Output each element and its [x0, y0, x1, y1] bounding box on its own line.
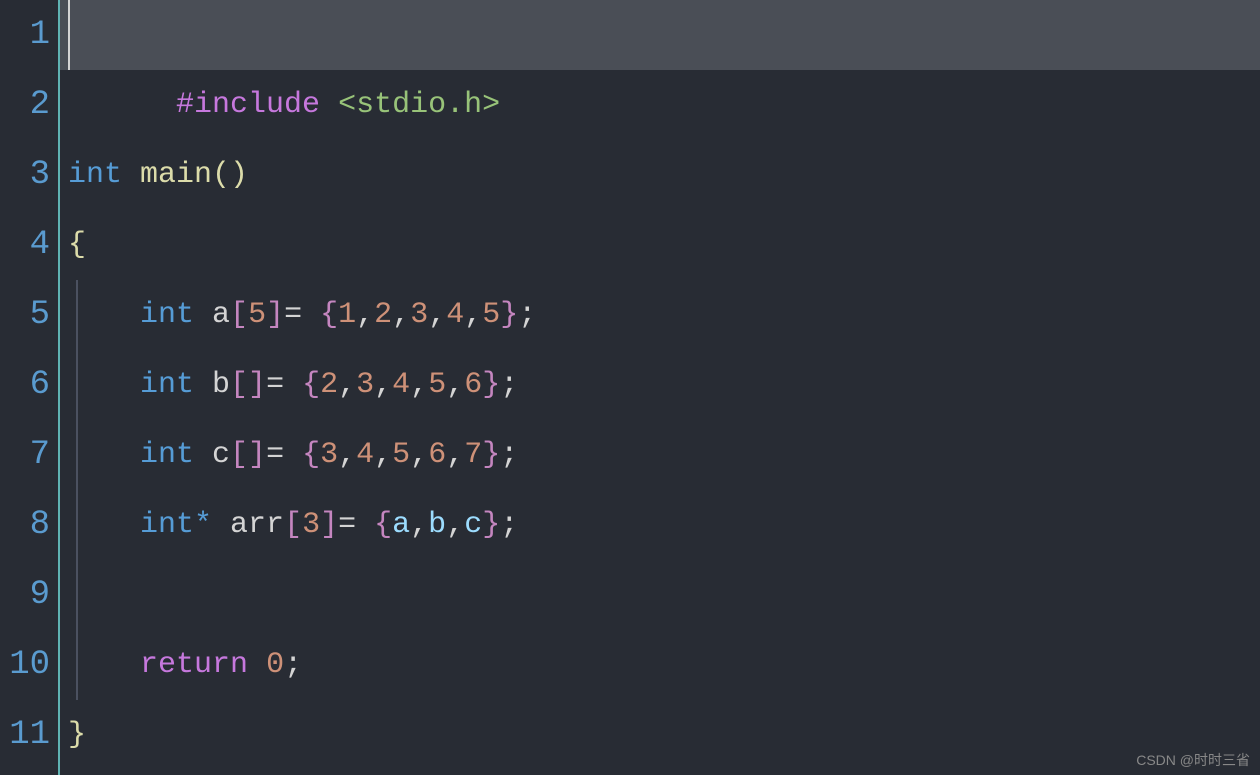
- line-number: 5: [0, 280, 58, 350]
- variable: b: [194, 368, 230, 402]
- brace-close: }: [68, 718, 86, 752]
- code-content-area[interactable]: #include <stdio.h> int main() { int a[5]…: [60, 0, 1260, 775]
- function-name: main: [140, 158, 212, 192]
- line-number: 8: [0, 490, 58, 560]
- variable: c: [194, 438, 230, 472]
- line-number: 2: [0, 70, 58, 140]
- code-line-6[interactable]: int b[]= {2,3,4,5,6};: [60, 350, 1260, 420]
- return-token: return: [140, 648, 248, 682]
- variable: arr: [212, 508, 284, 542]
- code-line-10[interactable]: return 0;: [60, 630, 1260, 700]
- code-line-5[interactable]: int a[5]= {1,2,3,4,5};: [60, 280, 1260, 350]
- text-cursor: [68, 0, 70, 70]
- code-line-3[interactable]: int main(): [60, 140, 1260, 210]
- line-number: 3: [0, 140, 58, 210]
- code-line-8[interactable]: int* arr[3]= {a,b,c};: [60, 490, 1260, 560]
- line-number: 9: [0, 560, 58, 630]
- watermark-text: CSDN @时时三省: [1136, 750, 1250, 770]
- type-token: int: [68, 158, 122, 192]
- code-line-7[interactable]: int c[]= {3,4,5,6,7};: [60, 420, 1260, 490]
- code-line-4[interactable]: {: [60, 210, 1260, 280]
- brace-open: {: [68, 228, 86, 262]
- parentheses: (): [212, 158, 248, 192]
- line-number: 7: [0, 420, 58, 490]
- type-token: int: [140, 298, 194, 332]
- code-editor[interactable]: 1 2 3 4 5 6 7 8 9 10 11 #include <stdio.…: [0, 0, 1260, 775]
- type-token: int: [140, 508, 194, 542]
- line-number: 6: [0, 350, 58, 420]
- type-token: int: [140, 438, 194, 472]
- line-number: 11: [0, 700, 58, 770]
- code-line-9[interactable]: [60, 560, 1260, 630]
- line-number: 1: [0, 0, 58, 70]
- type-token: int: [140, 368, 194, 402]
- variable: a: [194, 298, 230, 332]
- code-line-11[interactable]: }: [60, 700, 1260, 770]
- line-number: 10: [0, 630, 58, 700]
- code-line-1[interactable]: #include <stdio.h>: [60, 0, 1260, 70]
- code-line-2[interactable]: [60, 70, 1260, 140]
- line-number-gutter: 1 2 3 4 5 6 7 8 9 10 11: [0, 0, 60, 775]
- line-number: 4: [0, 210, 58, 280]
